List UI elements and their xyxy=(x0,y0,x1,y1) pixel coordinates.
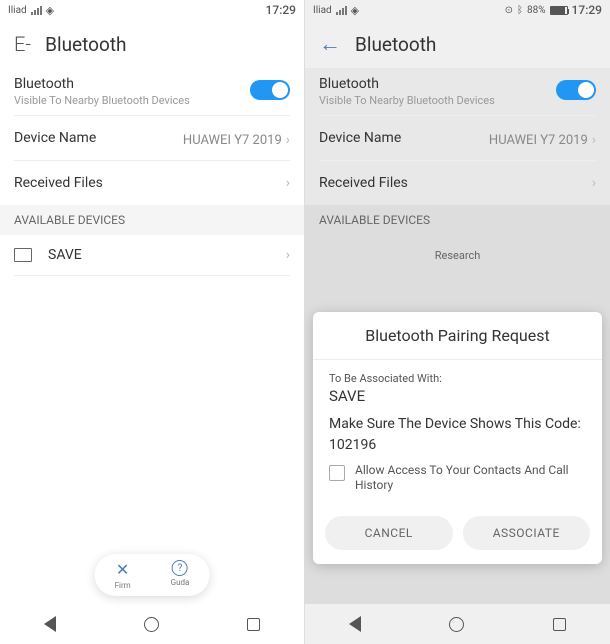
back-arrow-icon[interactable]: ← xyxy=(319,31,341,57)
contacts-checkbox-label: Allow Access To Your Contacts And Call H… xyxy=(355,463,586,494)
associated-with-value: SAVE xyxy=(329,387,586,405)
battery-pct: 88% xyxy=(527,5,546,16)
guda-label: Guda xyxy=(171,578,190,587)
header-prefix: E- xyxy=(14,32,31,56)
contacts-checkbox[interactable] xyxy=(329,465,345,481)
alarm-icon: ⊙ xyxy=(505,5,513,16)
phone-left: Iliad ◈ 17:29 E- Bluetooth Bluetooth Vis… xyxy=(0,0,305,644)
nav-recent-button[interactable] xyxy=(553,618,566,631)
bluetooth-icon: ᛒ xyxy=(517,5,523,16)
research-label: Research xyxy=(305,235,610,276)
wifi-icon: ◈ xyxy=(46,4,54,17)
device-name-value: HUAWEI Y7 2019 xyxy=(183,133,282,148)
nav-bar xyxy=(305,604,610,644)
nav-home-button[interactable] xyxy=(449,617,464,632)
bluetooth-label: Bluetooth xyxy=(319,76,596,92)
battery-icon xyxy=(550,6,568,15)
carrier-label: Iliad xyxy=(313,5,332,16)
nav-back-button[interactable] xyxy=(44,616,56,632)
chevron-right-icon: › xyxy=(592,175,596,191)
header: E- Bluetooth xyxy=(0,20,304,68)
chevron-right-icon: › xyxy=(286,247,290,263)
carrier-label: Iliad xyxy=(8,5,27,16)
signal-icon xyxy=(31,6,42,15)
nav-recent-button[interactable] xyxy=(247,618,260,631)
received-files-label: Received Files xyxy=(14,175,103,191)
time-label: 17:29 xyxy=(266,3,296,17)
received-files-row[interactable]: Received Files › xyxy=(0,161,304,205)
signal-icon xyxy=(336,6,347,15)
pairing-message: Make Sure The Device Shows This Code: xyxy=(329,415,586,433)
bluetooth-subtitle: Visible To Nearby Bluetooth Devices xyxy=(14,94,290,107)
bluetooth-toggle[interactable] xyxy=(556,80,596,100)
dialog-title: Bluetooth Pairing Request xyxy=(313,312,602,359)
received-files-row[interactable]: Received Files › xyxy=(305,161,610,205)
guda-button[interactable]: ? Guda xyxy=(171,560,190,590)
page-title: Bluetooth xyxy=(45,33,126,56)
firm-button[interactable]: ✕ Firm xyxy=(115,560,131,590)
pairing-code: 102196 xyxy=(329,437,586,453)
nav-home-button[interactable] xyxy=(144,617,159,632)
bluetooth-toggle-row[interactable]: Bluetooth Visible To Nearby Bluetooth De… xyxy=(305,68,610,115)
device-name-label: Device Name xyxy=(319,130,401,146)
available-device-row[interactable]: SAVE › xyxy=(0,235,304,275)
associated-with-label: To Be Associated With: xyxy=(329,372,586,385)
help-icon: ? xyxy=(172,560,188,576)
device-name-row[interactable]: Device Name HUAWEI Y7 2019 › xyxy=(305,116,610,160)
bluetooth-label: Bluetooth xyxy=(14,76,290,92)
wifi-icon: ◈ xyxy=(351,4,359,17)
device-name-label: Device Name xyxy=(14,130,96,146)
chevron-right-icon: › xyxy=(592,132,596,148)
close-icon: ✕ xyxy=(116,560,129,579)
page-title: Bluetooth xyxy=(355,33,436,56)
time-label: 17:29 xyxy=(572,3,602,17)
device-name-value: HUAWEI Y7 2019 xyxy=(489,133,588,148)
cancel-button[interactable]: CANCEL xyxy=(325,516,453,550)
phone-right: Iliad ◈ ⊙ ᛒ 88% 17:29 ← Bluetooth Blueto… xyxy=(305,0,610,644)
status-bar: Iliad ◈ ⊙ ᛒ 88% 17:29 xyxy=(305,0,610,20)
available-devices-header: AVAILABLE DEVICES xyxy=(305,205,610,235)
header: ← Bluetooth xyxy=(305,20,610,68)
laptop-icon xyxy=(14,248,32,262)
associate-button[interactable]: ASSOCIATE xyxy=(463,516,591,550)
available-devices-header: AVAILABLE DEVICES xyxy=(0,205,304,235)
bluetooth-toggle[interactable] xyxy=(250,80,290,100)
body-area: ✕ Firm ? Guda xyxy=(0,276,304,604)
firm-label: Firm xyxy=(115,581,131,590)
device-item-name: SAVE xyxy=(48,247,82,263)
pairing-dialog: Bluetooth Pairing Request To Be Associat… xyxy=(313,312,602,564)
chevron-right-icon: › xyxy=(286,175,290,191)
nav-back-button[interactable] xyxy=(349,616,361,632)
bottom-pill: ✕ Firm ? Guda xyxy=(95,554,210,596)
bluetooth-subtitle: Visible To Nearby Bluetooth Devices xyxy=(319,94,596,107)
status-bar: Iliad ◈ 17:29 xyxy=(0,0,304,20)
bluetooth-toggle-row[interactable]: Bluetooth Visible To Nearby Bluetooth De… xyxy=(0,68,304,115)
nav-bar xyxy=(0,604,304,644)
body-area: Research Bluetooth Pairing Request To Be… xyxy=(305,235,610,604)
chevron-right-icon: › xyxy=(286,132,290,148)
received-files-label: Received Files xyxy=(319,175,408,191)
device-name-row[interactable]: Device Name HUAWEI Y7 2019 › xyxy=(0,116,304,160)
